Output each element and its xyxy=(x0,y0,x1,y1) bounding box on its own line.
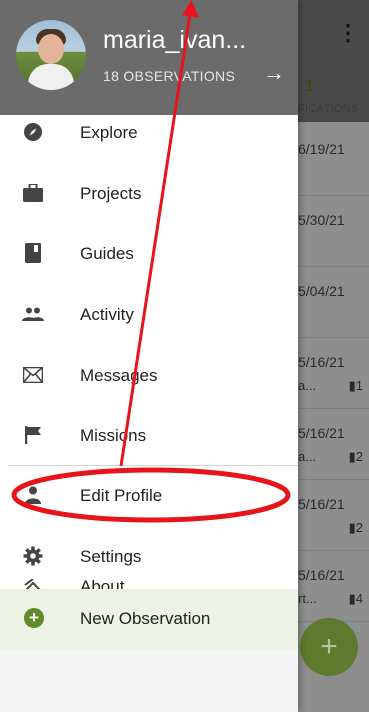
annotation-overlay xyxy=(11,0,291,523)
annotation-arrow-line xyxy=(119,13,192,467)
highlight-ellipse xyxy=(11,467,291,523)
annotation-arrow-head xyxy=(182,0,199,18)
